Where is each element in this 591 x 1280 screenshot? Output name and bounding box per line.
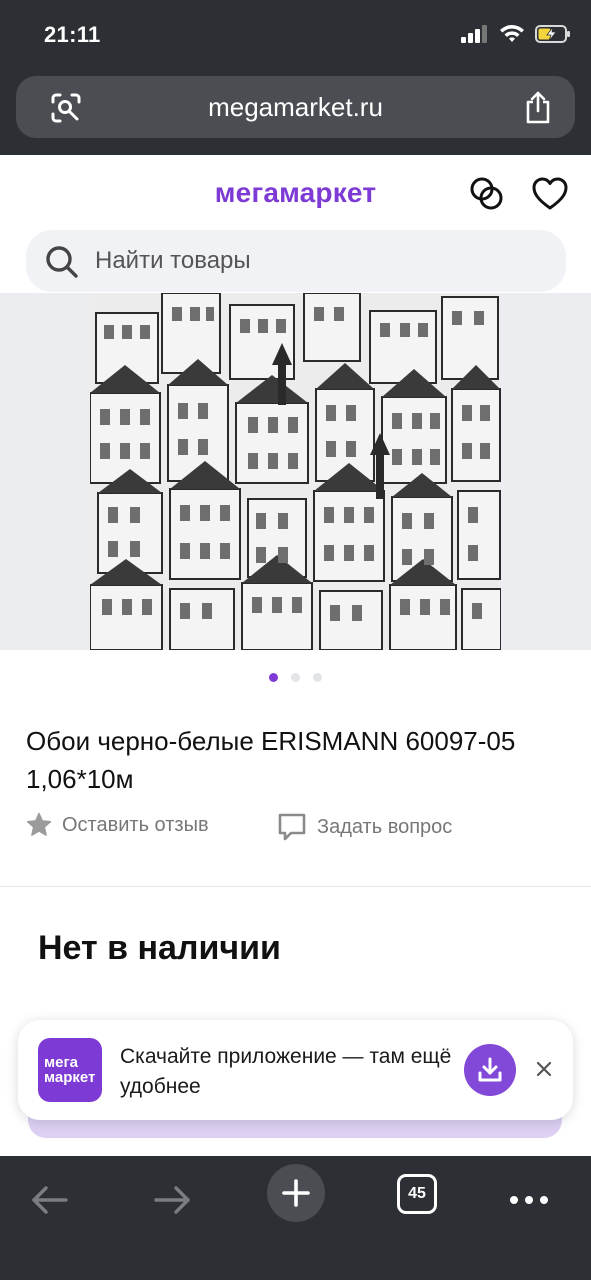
app-logo-line-2: маркет <box>44 1069 96 1086</box>
availability-status: Нет в наличии <box>38 929 281 967</box>
new-tab-button[interactable] <box>267 1164 325 1222</box>
section-divider <box>0 886 591 887</box>
download-app-button[interactable] <box>464 1044 516 1096</box>
status-time: 21:11 <box>44 22 101 47</box>
search-icon <box>46 246 78 278</box>
wifi-icon <box>500 25 524 42</box>
tabs-count: 45 <box>408 1185 426 1202</box>
site-header: мегамаркет Найти товары <box>0 155 591 295</box>
browser-bottom-toolbar: 45 <box>0 1156 591 1280</box>
leave-review-label: Оставить отзыв <box>62 813 209 836</box>
search-input[interactable]: Найти товары <box>26 230 566 292</box>
download-icon <box>478 1057 502 1082</box>
app-logo: мега маркет <box>38 1038 102 1102</box>
more-menu-button[interactable] <box>501 1172 557 1228</box>
gallery-pagination <box>0 673 591 682</box>
ask-question-button[interactable]: Задать вопрос <box>277 812 452 842</box>
url-text[interactable]: megamarket.ru <box>16 92 575 123</box>
promo-text: Скачайте приложение — там ещё удобнее <box>120 1045 452 1098</box>
status-bar: 21:11 <box>0 0 591 72</box>
signal-icon <box>461 25 487 43</box>
compare-icon[interactable] <box>468 175 506 213</box>
gallery-dot-3[interactable] <box>313 673 322 682</box>
star-icon <box>26 812 52 836</box>
plus-icon <box>282 1179 310 1207</box>
app-promo-banner[interactable]: мега маркет Скачайте приложение — там ещ… <box>18 1020 573 1120</box>
product-title: Обои черно-белые ERISMANN 60097-05 1,06*… <box>26 726 516 794</box>
wallpaper-pattern-image <box>90 293 501 650</box>
url-bar[interactable]: megamarket.ru <box>16 76 575 138</box>
share-icon[interactable] <box>523 90 553 124</box>
heart-icon[interactable] <box>531 175 569 213</box>
status-icons <box>461 24 571 44</box>
back-button[interactable] <box>22 1172 78 1228</box>
forward-button[interactable] <box>144 1172 200 1228</box>
chat-bubble-icon <box>278 813 306 841</box>
browser-top-chrome: 21:11 megamarket.ru <box>0 0 591 155</box>
battery-icon <box>535 25 570 43</box>
close-icon <box>536 1061 552 1077</box>
gallery-dot-2[interactable] <box>291 673 300 682</box>
search-placeholder: Найти товары <box>95 247 251 274</box>
close-promo-button[interactable] <box>531 1056 557 1082</box>
tabs-button[interactable]: 45 <box>397 1174 437 1214</box>
back-arrow-icon <box>32 1186 68 1214</box>
more-dots-icon <box>510 1196 548 1204</box>
leave-review-button[interactable]: Оставить отзыв <box>26 812 209 838</box>
product-actions: Оставить отзыв Задать вопрос <box>26 812 566 848</box>
product-image[interactable] <box>90 293 501 650</box>
ask-question-label: Задать вопрос <box>317 815 453 838</box>
gallery-dot-1[interactable] <box>269 673 278 682</box>
product-gallery[interactable] <box>0 293 591 650</box>
forward-arrow-icon <box>154 1186 190 1214</box>
